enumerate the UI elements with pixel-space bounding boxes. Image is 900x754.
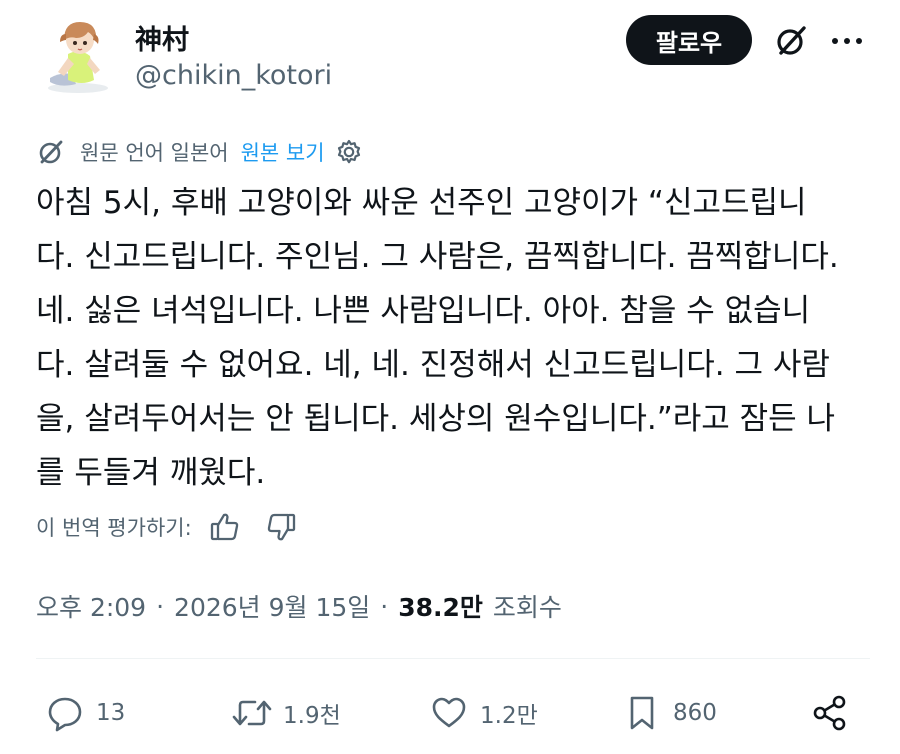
bookmark-count: 860 <box>673 700 717 726</box>
meta-separator: · <box>156 591 165 621</box>
tweet-text-line: 아침 5시, 후배 고양이와 싸운 선주인 고양이가 “신고드립니 <box>36 185 807 221</box>
like-button[interactable]: 1.2만 <box>428 688 538 738</box>
translation-source-label: 원문 언어 일본어 <box>80 141 229 165</box>
reply-icon <box>44 692 86 734</box>
avatar-illustration-icon <box>48 22 108 93</box>
bookmark-button[interactable]: 860 <box>621 688 717 738</box>
view-original-link[interactable]: 원본 보기 <box>241 137 325 167</box>
divider <box>36 658 870 659</box>
retweet-button[interactable]: 1.9천 <box>231 688 341 738</box>
retweet-icon <box>231 692 273 734</box>
thumbs-down-icon[interactable] <box>264 510 298 544</box>
more-dots-icon <box>832 38 862 44</box>
user-handle[interactable]: @chikin_kotori <box>135 60 332 91</box>
share-button[interactable] <box>809 688 861 738</box>
tweet-actions: 13 1.9천 1.2만 860 <box>36 688 866 738</box>
grok-icon <box>777 26 806 55</box>
meta-separator: · <box>380 591 389 621</box>
retweet-count: 1.9천 <box>283 703 341 729</box>
like-icon <box>428 692 470 734</box>
reply-count: 13 <box>96 700 126 726</box>
more-button[interactable] <box>826 20 868 62</box>
translation-info-row: 원문 언어 일본어 원본 보기 <box>36 136 363 168</box>
tweet-text-line: 네. 싫은 녀석입니다. 나쁜 사람입니다. 아아. 참을 수 없습니 <box>36 293 811 329</box>
reply-button[interactable]: 13 <box>44 688 125 738</box>
like-count: 1.2만 <box>480 703 538 729</box>
thumbs-up-icon[interactable] <box>208 510 242 544</box>
avatar[interactable] <box>38 14 120 96</box>
tweet-text-line: 다. 신고드립니다. 주인님. 그 사람은, 끔찍합니다. 끔찍합니다. <box>36 239 839 275</box>
views-label: 조회수 <box>492 593 562 622</box>
tweet-meta: 오후 2:09 · 2026년 9월 15일 · 38.2만 조회수 <box>36 588 562 624</box>
views-count: 38.2만 <box>398 593 483 622</box>
display-name[interactable]: 神村 <box>135 18 189 57</box>
tweet-text-line: 다. 살려둘 수 없어요. 네, 네. 진정해서 신고드립니다. 그 사람 <box>36 347 830 383</box>
tweet-text-line: 를 두들겨 깨웠다. <box>36 455 266 491</box>
bookmark-icon <box>621 692 663 734</box>
tweet-text: 아침 5시, 후배 고양이와 싸운 선주인 고양이가 “신고드립니 다. 신고드… <box>36 176 871 500</box>
tweet-time[interactable]: 오후 2:09 <box>36 588 146 624</box>
gear-icon[interactable] <box>335 138 363 166</box>
rate-translation-label: 이 번역 평가하기: <box>36 516 192 540</box>
rate-translation-row: 이 번역 평가하기: <box>36 509 298 545</box>
share-icon <box>809 692 851 734</box>
grok-button[interactable] <box>770 20 812 62</box>
tweet-text-line: 을, 살려두어서는 안 됩니다. 세상의 원수입니다.”라고 잠든 나 <box>36 401 836 437</box>
grok-icon <box>36 137 66 167</box>
tweet-date[interactable]: 2026년 9월 15일 <box>174 588 370 624</box>
follow-button[interactable]: 팔로우 <box>626 15 752 65</box>
